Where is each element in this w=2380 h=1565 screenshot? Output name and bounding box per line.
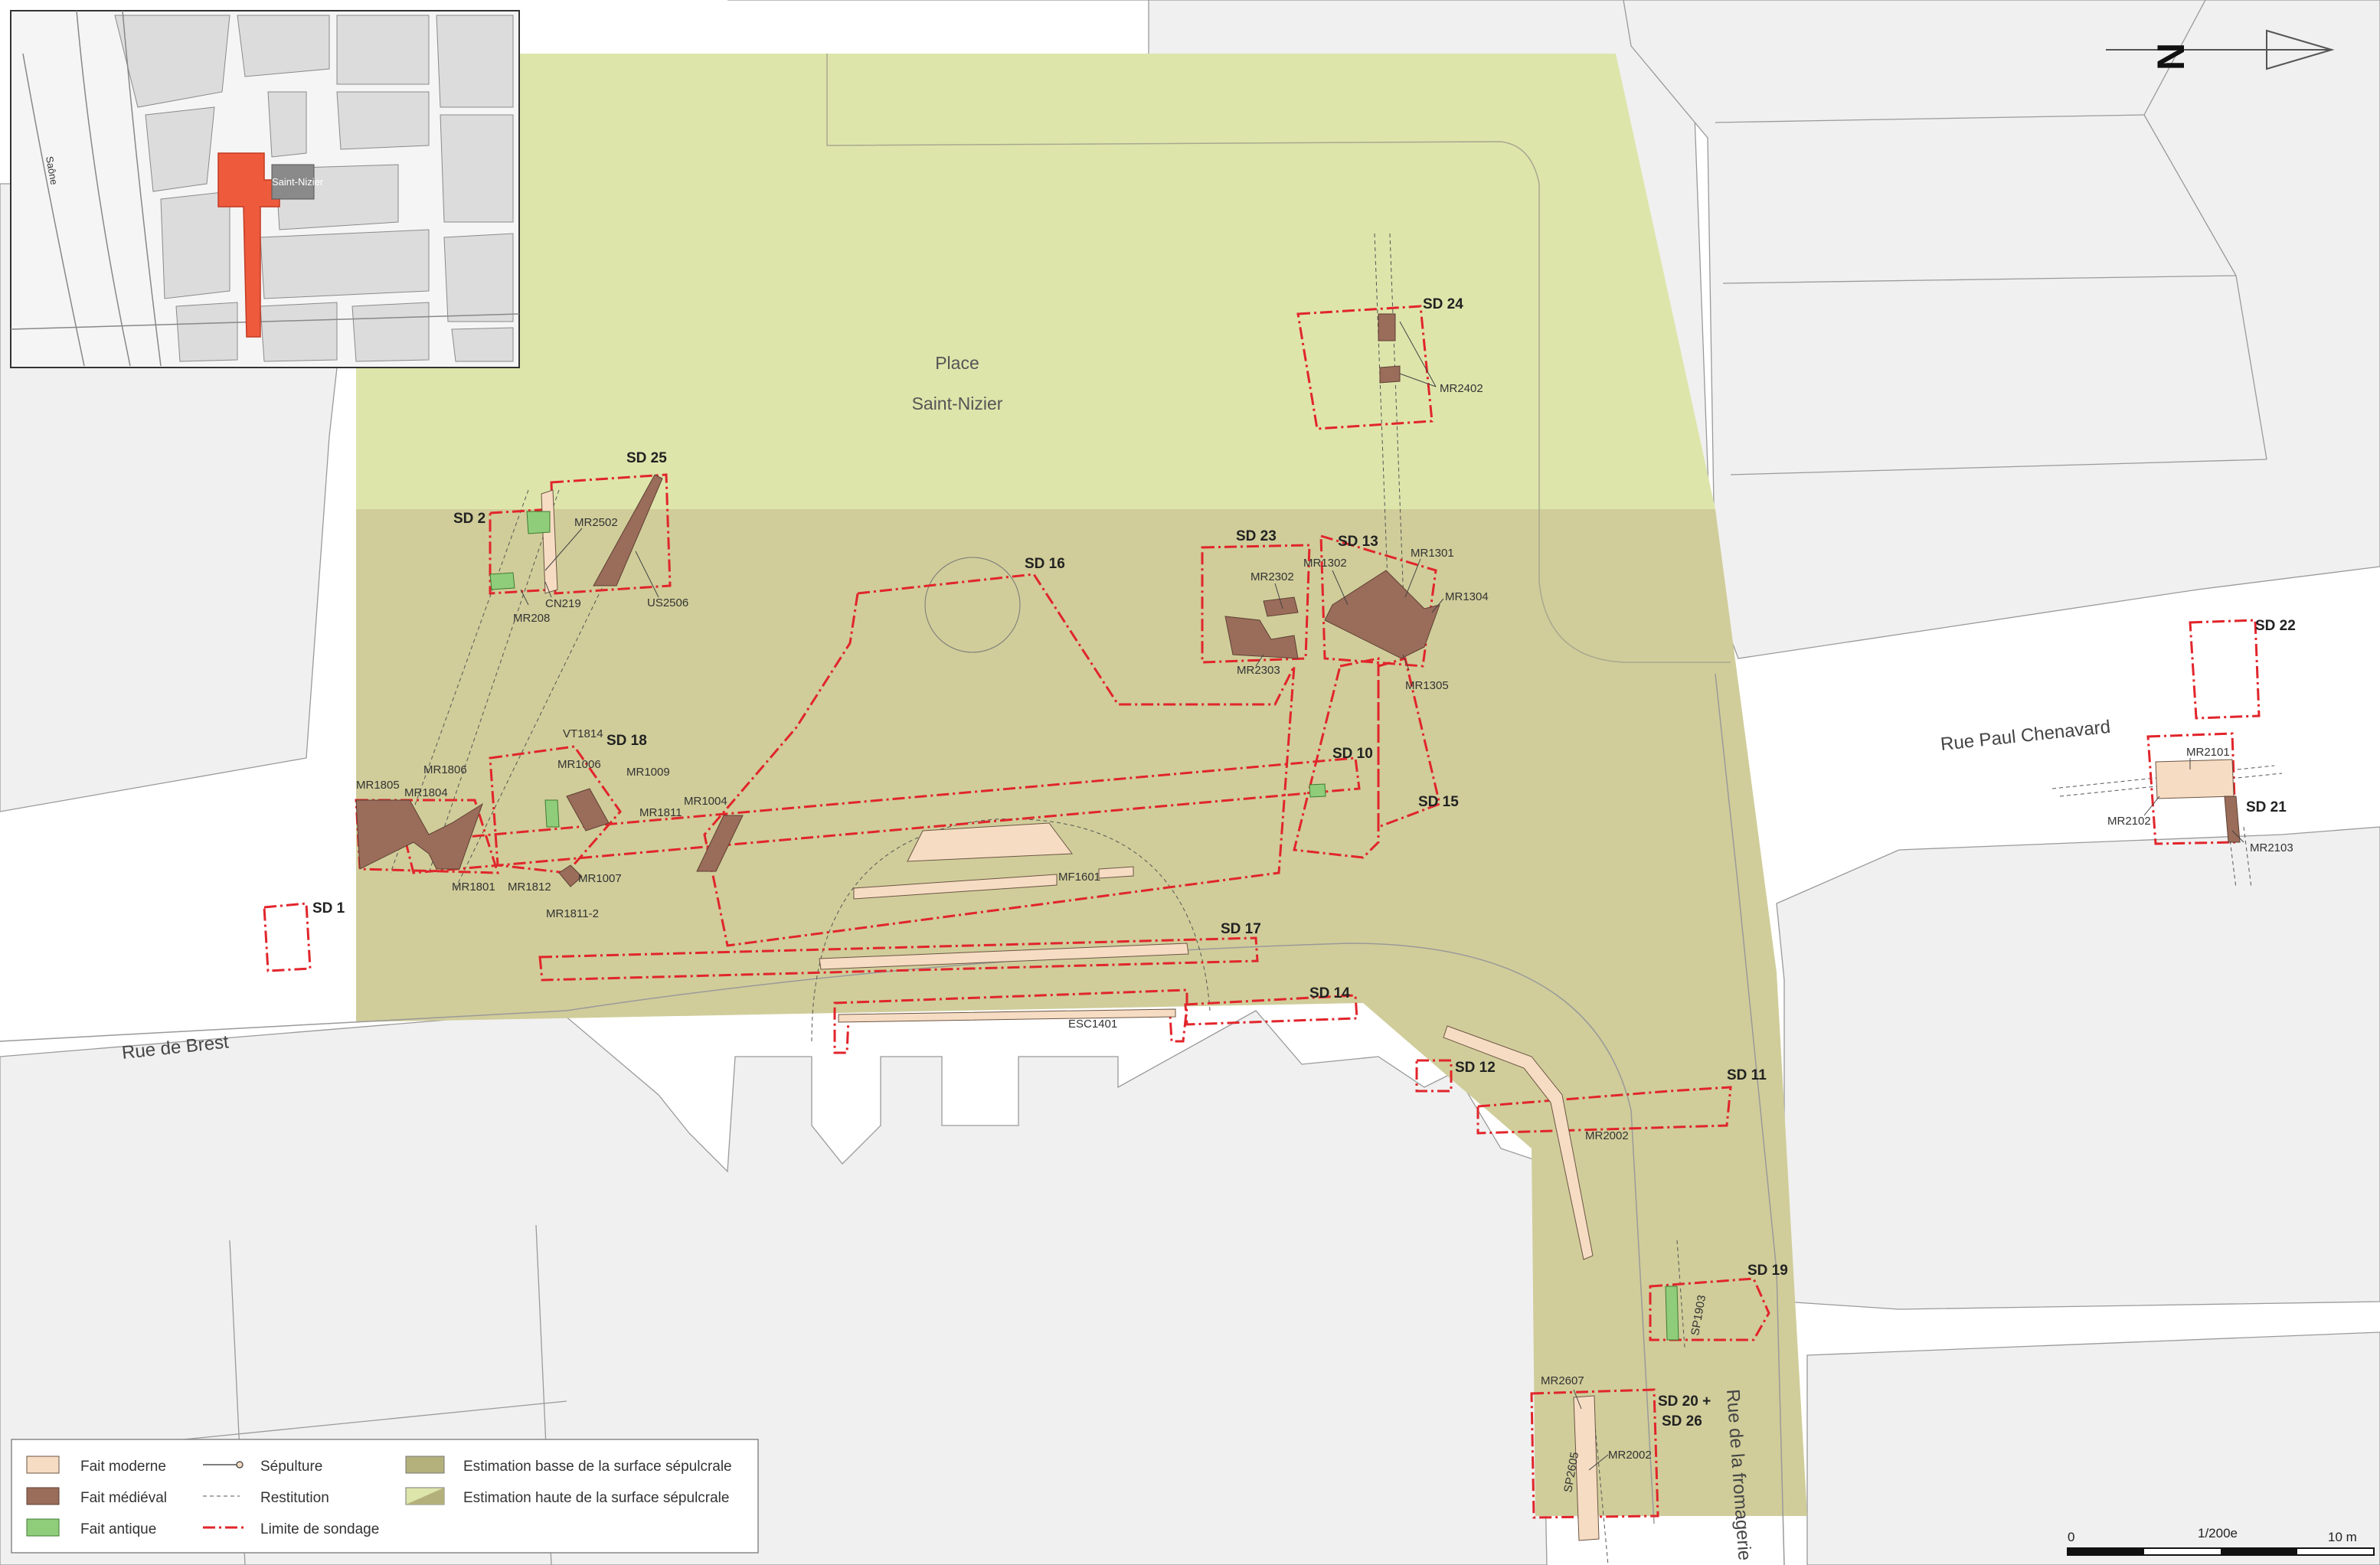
scale-ratio: 1/200e <box>2198 1526 2238 1540</box>
label-cn219: CN219 <box>545 597 581 610</box>
label-sd22: SD 22 <box>2255 618 2296 634</box>
legend-restitution: Restitution <box>260 1490 329 1506</box>
scale-end: 10 m <box>2328 1530 2357 1544</box>
legend-medieval: Fait médiéval <box>80 1490 167 1506</box>
label-mr1804: MR1804 <box>404 786 448 799</box>
legend-swatch-moderne <box>26 1456 60 1474</box>
legend-sepulture: Sépulture <box>260 1459 322 1475</box>
label-sd15: SD 15 <box>1418 794 1459 810</box>
label-mr1302: MR1302 <box>1303 557 1347 570</box>
legend-haute: Estimation haute de la surface sépulcral… <box>463 1490 729 1506</box>
legend-limite: Limite de sondage <box>260 1521 379 1537</box>
street-chenavard: Rue Paul Chenavard <box>1940 717 2111 755</box>
label-mr2502: MR2502 <box>574 516 618 529</box>
legend-swatch-basse <box>405 1456 445 1474</box>
label-mr2402: MR2402 <box>1440 382 1483 395</box>
label-mr2002a: MR2002 <box>1585 1129 1629 1142</box>
label-mr1007: MR1007 <box>578 872 622 885</box>
label-sd25: SD 25 <box>626 450 667 466</box>
label-mr2607: MR2607 <box>1541 1374 1584 1387</box>
label-us2506: US2506 <box>647 596 688 609</box>
label-sd24: SD 24 <box>1423 296 1463 312</box>
label-mr1304: MR1304 <box>1445 590 1489 603</box>
label-mr2303: MR2303 <box>1237 664 1280 677</box>
scale-zero: 0 <box>2068 1530 2074 1544</box>
label-mr1811: MR1811 <box>639 806 682 819</box>
label-mr2302: MR2302 <box>1250 570 1294 583</box>
place-line2: Saint-Nizier <box>912 394 1003 413</box>
inset-church-label: Saint-Nizier <box>272 176 324 188</box>
label-mr1811-2: MR1811-2 <box>546 907 599 920</box>
label-mr2102: MR2102 <box>2107 815 2151 828</box>
label-esc1401: ESC1401 <box>1068 1018 1117 1031</box>
label-mr1805: MR1805 <box>356 779 400 792</box>
label-sd23: SD 23 <box>1236 528 1277 544</box>
label-mr1301: MR1301 <box>1411 547 1454 560</box>
place-line1: Place <box>935 353 979 373</box>
label-mr2002b: MR2002 <box>1608 1449 1652 1462</box>
label-sd13: SD 13 <box>1338 534 1378 550</box>
label-sd1: SD 1 <box>312 900 345 916</box>
label-sd12: SD 12 <box>1455 1060 1496 1076</box>
label-mr2103: MR2103 <box>2250 841 2293 854</box>
label-sd11: SD 11 <box>1727 1067 1767 1083</box>
label-vt1814: VT1814 <box>563 727 603 740</box>
label-mr2101: MR2101 <box>2186 746 2230 759</box>
label-mr1006: MR1006 <box>557 758 601 771</box>
label-sd18: SD 18 <box>606 733 647 749</box>
north-label: N <box>2150 43 2192 70</box>
label-mr1305: MR1305 <box>1405 679 1449 692</box>
label-sd21: SD 21 <box>2246 799 2287 815</box>
legend: Fait moderne Fait médiéval Fait antique … <box>11 1439 759 1554</box>
label-mr1812: MR1812 <box>508 881 551 894</box>
label-sd16: SD 16 <box>1025 556 1065 572</box>
legend-swatch-medieval <box>26 1487 60 1505</box>
inset-map: Saint-Nizier Saône <box>10 10 520 368</box>
label-mr1009: MR1009 <box>626 766 670 779</box>
label-mr1806: MR1806 <box>423 763 467 776</box>
legend-basse: Estimation basse de la surface sépulcral… <box>463 1459 732 1475</box>
label-sd10: SD 10 <box>1332 746 1373 762</box>
legend-swatch-antique <box>26 1518 60 1537</box>
label-sd19: SD 19 <box>1747 1263 1788 1279</box>
label-sd2: SD 2 <box>453 511 485 527</box>
label-mr1801: MR1801 <box>452 881 495 894</box>
label-mf1601: MF1601 <box>1058 871 1100 884</box>
legend-moderne: Fait moderne <box>80 1459 166 1475</box>
legend-antique: Fait antique <box>80 1521 156 1537</box>
high-estimate-area <box>356 54 1715 509</box>
label-mr1004: MR1004 <box>684 795 727 808</box>
label-sd20b: SD 26 <box>1662 1413 1702 1429</box>
label-sd14: SD 14 <box>1309 985 1350 1001</box>
label-mr208: MR208 <box>513 612 550 625</box>
label-sd17: SD 17 <box>1221 921 1261 937</box>
label-sd20a: SD 20 + <box>1658 1393 1711 1410</box>
